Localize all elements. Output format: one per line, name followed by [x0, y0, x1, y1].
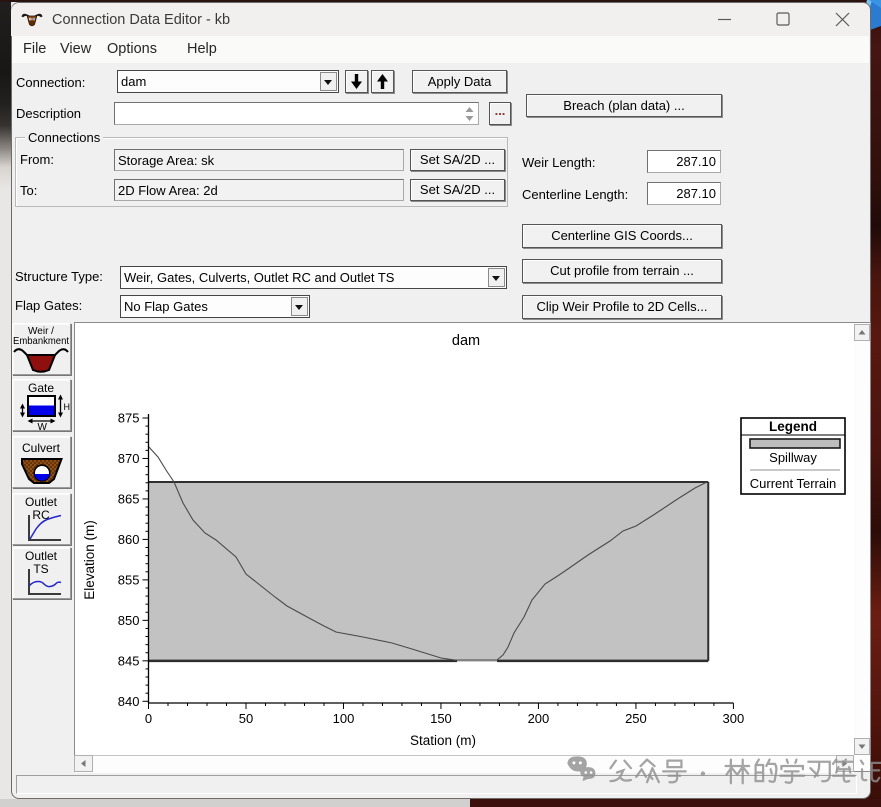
svg-text:W: W	[38, 422, 48, 430]
svg-text:Outlet: Outlet	[25, 495, 58, 509]
svg-text:Station (m): Station (m)	[410, 733, 476, 748]
svg-text:Gate: Gate	[28, 381, 54, 395]
svg-text:Legend: Legend	[769, 419, 817, 434]
svg-text:H: H	[64, 402, 71, 412]
svg-text:855: 855	[118, 572, 140, 587]
svg-text:150: 150	[430, 711, 452, 726]
svg-text:250: 250	[625, 711, 647, 726]
svg-text:TS: TS	[33, 562, 48, 576]
svg-text:200: 200	[528, 711, 550, 726]
svg-text:0: 0	[145, 711, 152, 726]
svg-text:Current Terrain: Current Terrain	[750, 476, 836, 491]
svg-text:Culvert: Culvert	[22, 441, 61, 455]
svg-text:840: 840	[118, 694, 140, 709]
svg-text:850: 850	[118, 613, 140, 628]
svg-text:50: 50	[239, 711, 253, 726]
svg-text:Outlet: Outlet	[25, 549, 58, 563]
svg-text:Elevation (m): Elevation (m)	[82, 520, 97, 600]
svg-text:870: 870	[118, 451, 140, 466]
svg-text:Embankment: Embankment	[13, 335, 69, 347]
svg-text:300: 300	[723, 711, 745, 726]
svg-text:860: 860	[118, 532, 140, 547]
svg-text:Spillway: Spillway	[769, 450, 817, 465]
svg-text:dam: dam	[452, 333, 480, 349]
svg-text:865: 865	[118, 491, 140, 506]
svg-text:100: 100	[333, 711, 355, 726]
svg-text:845: 845	[118, 653, 140, 668]
svg-text:875: 875	[118, 411, 140, 426]
